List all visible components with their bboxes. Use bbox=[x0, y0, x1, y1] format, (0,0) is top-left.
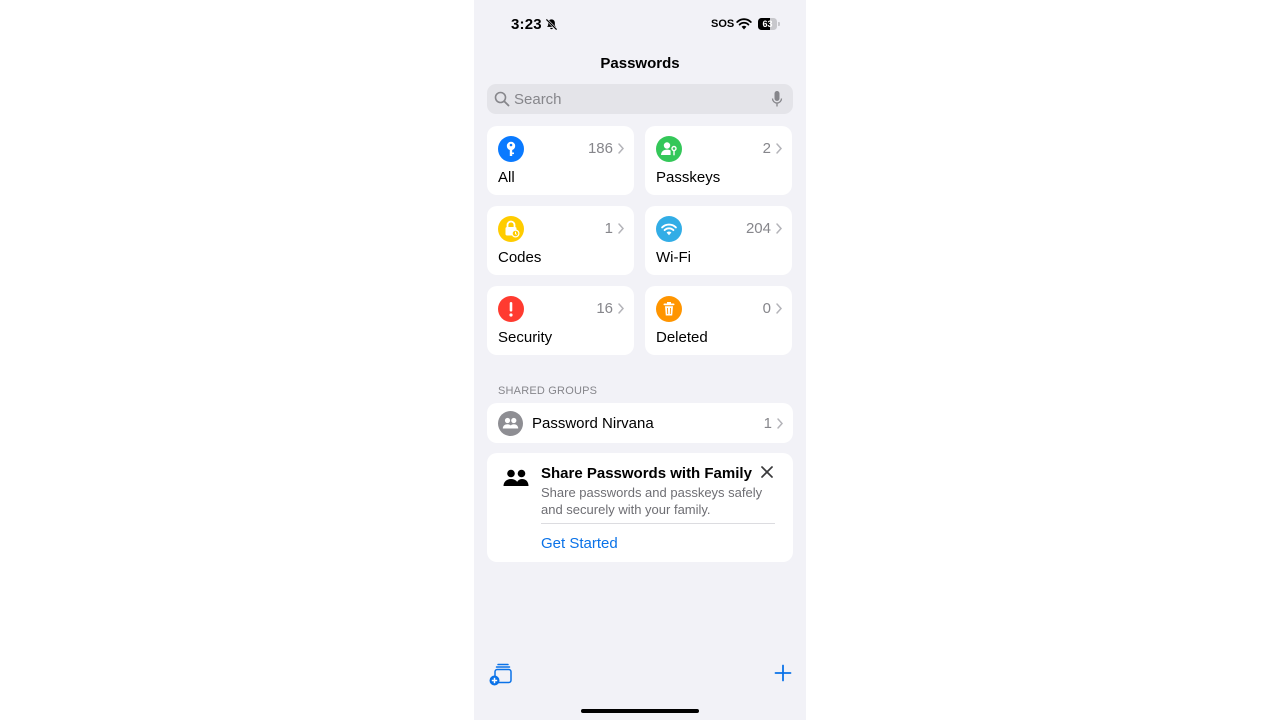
chevron-right-icon bbox=[618, 303, 624, 314]
exclamation-icon bbox=[498, 296, 524, 322]
chevron-right-icon bbox=[618, 143, 624, 154]
tile-count: 1 bbox=[604, 220, 613, 237]
status-time: 3:23 bbox=[511, 16, 542, 33]
group-name: Password Nirvana bbox=[532, 415, 654, 432]
battery-level: 63 bbox=[762, 19, 773, 29]
tile-security[interactable]: 16 Security bbox=[487, 286, 634, 355]
tile-count: 0 bbox=[762, 300, 771, 317]
home-indicator[interactable] bbox=[581, 709, 699, 713]
battery-nub bbox=[778, 22, 780, 26]
group-count: 1 bbox=[763, 415, 772, 432]
search-input[interactable] bbox=[514, 84, 764, 114]
plus-icon[interactable] bbox=[774, 664, 792, 682]
tile-count: 186 bbox=[587, 140, 613, 157]
tile-deleted[interactable]: 0 Deleted bbox=[645, 286, 792, 355]
tile-count: 204 bbox=[745, 220, 771, 237]
sos-indicator: SOS bbox=[711, 18, 735, 30]
new-group-icon[interactable] bbox=[489, 662, 513, 686]
family-icon bbox=[503, 469, 529, 486]
chevron-right-icon bbox=[776, 223, 782, 234]
tile-label: Codes bbox=[498, 249, 542, 266]
microphone-icon[interactable] bbox=[771, 90, 783, 108]
battery-indicator: 63 bbox=[758, 18, 777, 30]
tile-label: Wi-Fi bbox=[656, 249, 691, 266]
tile-passkeys[interactable]: 2 Passkeys bbox=[645, 126, 792, 195]
bell-muted-icon bbox=[545, 18, 558, 31]
trash-icon bbox=[656, 296, 682, 322]
tile-label: Passkeys bbox=[656, 169, 721, 186]
search-icon bbox=[494, 91, 510, 107]
key-icon bbox=[498, 136, 524, 162]
chevron-right-icon bbox=[776, 143, 782, 154]
chevron-right-icon bbox=[777, 418, 783, 429]
phone-screen: 3:23 SOS 63 Passwords 186 bbox=[474, 0, 806, 720]
search-bar[interactable] bbox=[487, 84, 793, 114]
page-title: Passwords bbox=[600, 55, 680, 72]
tile-count: 16 bbox=[596, 300, 613, 317]
divider bbox=[541, 523, 775, 524]
promo-description: Share passwords and passkeys safely and … bbox=[541, 485, 763, 517]
tile-label: All bbox=[498, 169, 515, 186]
section-header-shared-groups: SHARED GROUPS bbox=[498, 385, 598, 397]
promo-title: Share Passwords with Family bbox=[541, 465, 752, 482]
wifi-icon bbox=[656, 216, 682, 242]
wifi-status-icon bbox=[736, 18, 752, 30]
chevron-right-icon bbox=[618, 223, 624, 234]
tile-wifi[interactable]: 204 Wi-Fi bbox=[645, 206, 792, 275]
group-people-icon bbox=[498, 411, 523, 436]
tile-codes[interactable]: 1 Codes bbox=[487, 206, 634, 275]
lock-clock-icon bbox=[498, 216, 524, 242]
chevron-right-icon bbox=[776, 303, 782, 314]
tile-label: Deleted bbox=[656, 329, 708, 346]
get-started-button[interactable]: Get Started bbox=[541, 535, 618, 552]
family-sharing-card: Share Passwords with Family Share passwo… bbox=[487, 453, 793, 562]
close-icon[interactable] bbox=[760, 465, 774, 479]
shared-group-row[interactable]: Password Nirvana 1 bbox=[487, 403, 793, 443]
tile-count: 2 bbox=[762, 140, 771, 157]
tile-all[interactable]: 186 All bbox=[487, 126, 634, 195]
tile-label: Security bbox=[498, 329, 553, 346]
passkey-person-icon bbox=[656, 136, 682, 162]
